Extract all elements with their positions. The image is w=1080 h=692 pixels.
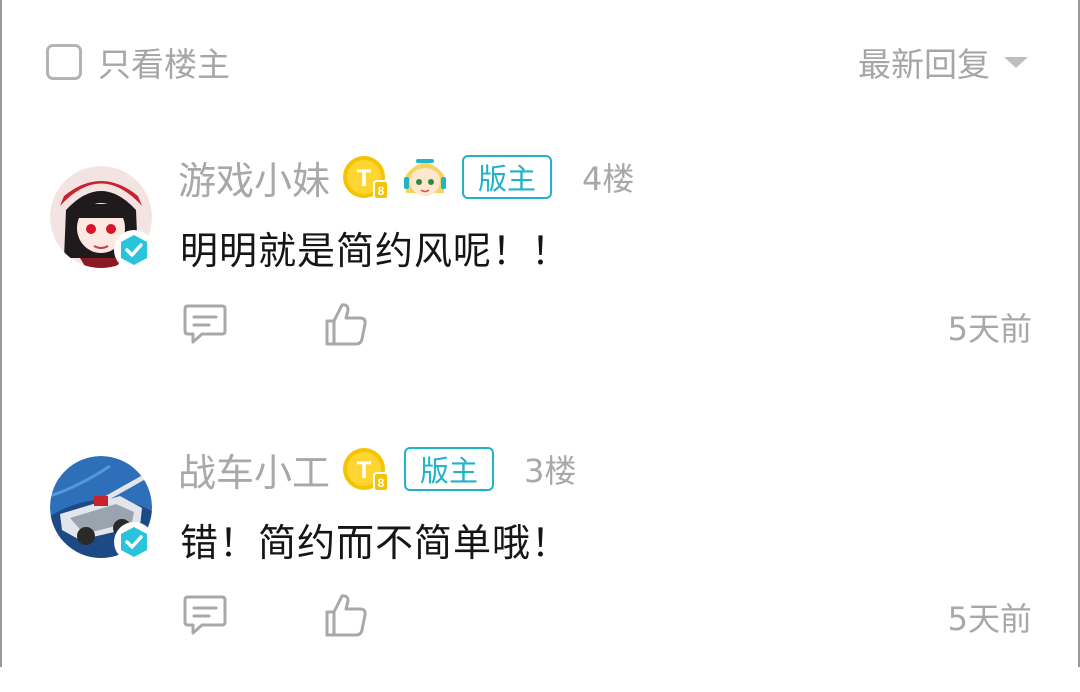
only-op-toggle[interactable]: 只看楼主 bbox=[46, 40, 230, 84]
caret-down-icon bbox=[1004, 56, 1028, 68]
like-icon[interactable] bbox=[322, 592, 370, 638]
verified-icon bbox=[114, 522, 154, 562]
only-op-label: 只看楼主 bbox=[98, 45, 230, 84]
moderator-badge: 版主 bbox=[462, 155, 553, 199]
floor-number: 3楼 bbox=[524, 452, 577, 490]
floor-number: 4楼 bbox=[582, 160, 635, 198]
checkbox-icon[interactable] bbox=[46, 44, 82, 80]
sort-dropdown[interactable]: 最新回复 bbox=[858, 40, 1028, 84]
level-t-badge-icon: T 8 bbox=[343, 448, 390, 492]
avatar-badge-icon bbox=[404, 159, 447, 196]
svg-text:8: 8 bbox=[378, 184, 385, 198]
like-icon[interactable] bbox=[322, 301, 370, 347]
reply-time: 5天前 bbox=[947, 600, 1032, 638]
reply-content: 明明就是简约风呢！！ bbox=[180, 229, 571, 273]
comment-icon[interactable] bbox=[182, 592, 228, 638]
name-row: 游戏小妹 T 8 版主 4楼 bbox=[178, 150, 635, 205]
level-t-badge-icon: T 8 bbox=[343, 156, 390, 200]
reply-item: 游戏小妹 T 8 版主 4楼 明明就是简约风呢！！ 5天前 bbox=[0, 150, 1080, 400]
reply-time: 5天前 bbox=[947, 310, 1032, 348]
svg-text:T: T bbox=[357, 165, 372, 192]
sort-label: 最新回复 bbox=[858, 45, 990, 84]
verified-icon bbox=[114, 230, 154, 270]
comment-icon[interactable] bbox=[182, 301, 228, 347]
moderator-badge: 版主 bbox=[404, 447, 495, 491]
name-row: 战车小工 T 8 版主 3楼 bbox=[178, 442, 577, 497]
svg-text:T: T bbox=[357, 457, 372, 484]
username[interactable]: 游戏小妹 bbox=[178, 150, 330, 205]
reply-item: 战车小工 T 8 版主 3楼 错！简约而不简单哦！ 5天前 bbox=[0, 442, 1080, 692]
filter-bar: 只看楼主 最新回复 bbox=[0, 0, 1080, 120]
reply-content: 错！简约而不简单哦！ bbox=[180, 521, 571, 565]
svg-text:8: 8 bbox=[378, 476, 385, 490]
username[interactable]: 战车小工 bbox=[178, 442, 330, 497]
